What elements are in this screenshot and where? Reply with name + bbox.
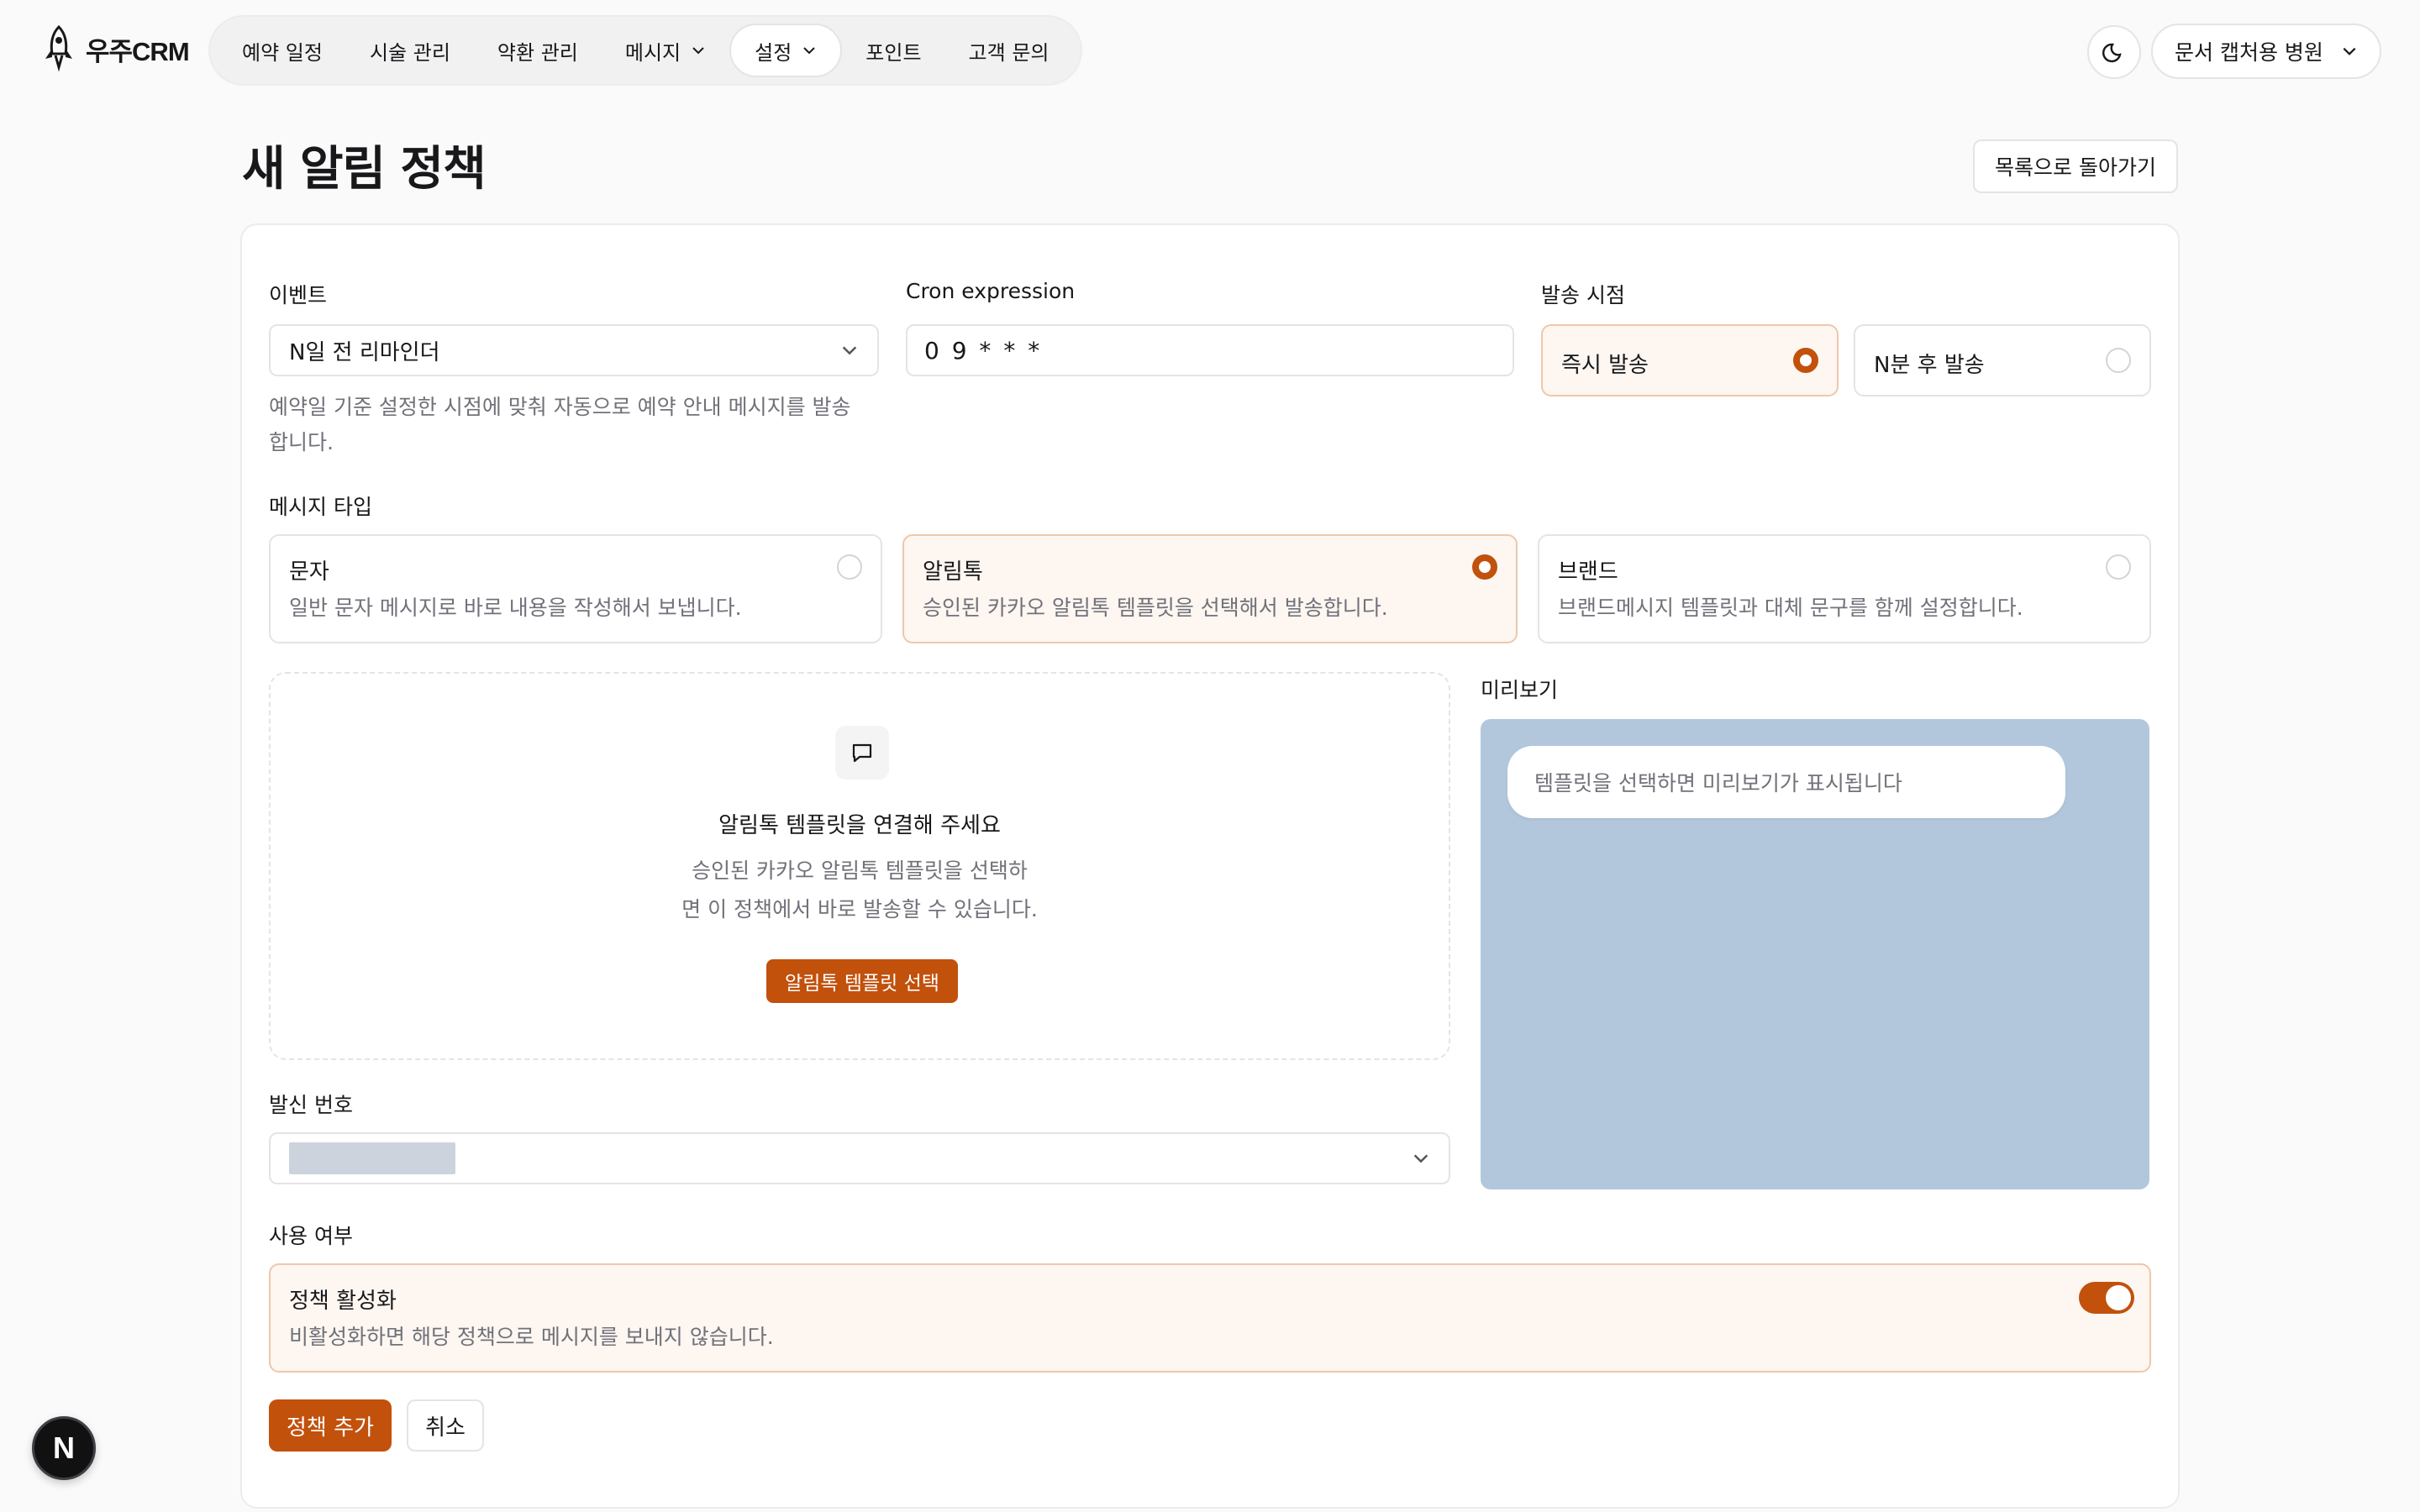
option-title: 브랜드: [1558, 559, 1618, 585]
chevron-down-icon: [803, 47, 815, 55]
brand-logo[interactable]: 우주CRM: [37, 24, 190, 74]
message-type-label: 메시지 타입: [269, 495, 372, 519]
nav-item-inquiry[interactable]: 고객 문의: [945, 24, 1073, 77]
message-preview: 템플릿을 선택하면 미리보기가 표시됩니다: [1481, 719, 2149, 1189]
option-title: 문자: [289, 559, 329, 585]
preview-label: 미리보기: [1481, 678, 1559, 702]
theme-toggle-button[interactable]: [2087, 25, 2141, 79]
loading-skeleton: [289, 1142, 455, 1174]
option-desc: 승인된 카카오 알림톡 템플릿을 선택해서 발송합니다.: [923, 596, 1388, 620]
radio-unselected[interactable]: [2106, 554, 2131, 580]
message-type-brand-option[interactable]: 브랜드 브랜드메시지 템플릿과 대체 문구를 함께 설정합니다.: [1538, 534, 2151, 643]
toggle-knob: [2106, 1285, 2131, 1310]
option-title: 알림톡: [923, 559, 983, 585]
rocket-icon: [45, 24, 72, 72]
moon-icon: [2102, 43, 2122, 63]
nav-label: 고객 문의: [968, 40, 1050, 65]
desc-line: 승인된 카카오 알림톡 템플릿을 선택하: [692, 858, 1028, 883]
nav-label: 약환 관리: [497, 40, 578, 65]
option-title: N분 후 발송: [1874, 353, 1985, 378]
chat-bubble-icon-box: [835, 726, 889, 780]
send-timing-label: 발송 시점: [1541, 283, 1625, 307]
nav-item-points[interactable]: 포인트: [842, 24, 944, 77]
send-timing-delayed-option[interactable]: N분 후 발송: [1854, 324, 2151, 396]
option-desc: 일반 문자 메시지로 바로 내용을 작성해서 보냅니다.: [289, 596, 742, 620]
clinic-selector[interactable]: 문서 캡처용 병원: [2151, 24, 2381, 79]
chevron-down-icon: [1413, 1154, 1428, 1163]
toggle-desc: 비활성화하면 해당 정책으로 메시지를 보내지 않습니다.: [289, 1325, 774, 1349]
helper-line: 합니다.: [269, 430, 334, 454]
nav-label: 포인트: [865, 40, 922, 65]
template-empty-desc: 승인된 카카오 알림톡 템플릿을 선택하 면 이 정책에서 바로 발송할 수 있…: [271, 852, 1449, 929]
radio-unselected[interactable]: [837, 554, 862, 580]
cron-label: Cron expression: [906, 279, 1076, 303]
select-template-button[interactable]: 알림톡 템플릿 선택: [766, 959, 958, 1003]
policy-active-toggle[interactable]: [2079, 1282, 2134, 1314]
chevron-down-icon: [692, 47, 704, 55]
add-policy-button[interactable]: 정책 추가: [269, 1399, 392, 1452]
nextjs-dev-badge[interactable]: N: [32, 1416, 96, 1480]
page-title: 새 알림 정책: [242, 142, 487, 197]
event-select[interactable]: N일 전 리마인더: [269, 324, 879, 376]
policy-active-card: 정책 활성화 비활성화하면 해당 정책으로 메시지를 보내지 않습니다.: [269, 1263, 2151, 1373]
nav-label: 설정: [755, 40, 792, 65]
preview-bubble: 템플릿을 선택하면 미리보기가 표시됩니다: [1507, 746, 2065, 818]
event-label: 이벤트: [269, 283, 328, 307]
radio-selected[interactable]: [1793, 348, 1818, 373]
message-type-sms-option[interactable]: 문자 일반 문자 메시지로 바로 내용을 작성해서 보냅니다.: [269, 534, 882, 643]
cron-input-value: 0 9 * * *: [924, 336, 1043, 365]
brand-name: 우주CRM: [86, 36, 190, 66]
sender-label: 발신 번호: [269, 1093, 353, 1117]
nav-item-schedule[interactable]: 예약 일정: [218, 24, 346, 77]
template-empty-state: 알림톡 템플릿을 연결해 주세요 승인된 카카오 알림톡 템플릿을 선택하 면 …: [269, 672, 1450, 1060]
nav-label: 메시지: [624, 40, 681, 65]
cancel-button[interactable]: 취소: [407, 1399, 484, 1452]
radio-selected[interactable]: [1472, 554, 1497, 580]
nav-label: 시술 관리: [369, 40, 450, 65]
chevron-down-icon: [842, 346, 857, 355]
nav-item-refund[interactable]: 약환 관리: [474, 24, 602, 77]
chat-bubble-icon: [852, 743, 872, 763]
nav-item-settings[interactable]: 설정: [729, 24, 843, 77]
option-desc: 브랜드메시지 템플릿과 대체 문구를 함께 설정합니다.: [1558, 596, 2023, 620]
send-timing-immediate-option[interactable]: 즉시 발송: [1541, 324, 1839, 396]
cron-input[interactable]: 0 9 * * *: [906, 324, 1514, 376]
radio-unselected[interactable]: [2106, 348, 2131, 373]
back-to-list-button[interactable]: 목록으로 돌아가기: [1973, 139, 2178, 193]
event-select-value: N일 전 리마인더: [289, 339, 440, 365]
nav-label: 예약 일정: [242, 40, 323, 65]
nav-item-message[interactable]: 메시지: [602, 24, 729, 77]
event-helper-text: 예약일 기준 설정한 시점에 맞춰 자동으로 예약 안내 메시지를 발송 합니다…: [269, 390, 891, 460]
desc-line: 면 이 정책에서 바로 발송할 수 있습니다.: [681, 897, 1038, 921]
message-type-alimtalk-option[interactable]: 알림톡 승인된 카카오 알림톡 템플릿을 선택해서 발송합니다.: [902, 534, 1518, 643]
chevron-down-icon: [2343, 47, 2356, 55]
toggle-title: 정책 활성화: [289, 1289, 397, 1314]
clinic-name: 문서 캡처용 병원: [2175, 40, 2323, 65]
option-title: 즉시 발송: [1561, 353, 1649, 378]
nav-item-treatment[interactable]: 시술 관리: [346, 24, 474, 77]
helper-line: 예약일 기준 설정한 시점에 맞춰 자동으로 예약 안내 메시지를 발송: [269, 395, 851, 419]
sender-number-select[interactable]: [269, 1132, 1450, 1184]
main-nav: 예약 일정 시술 관리 약환 관리 메시지 설정 포인트 고객 문의: [208, 15, 1083, 86]
template-empty-title: 알림톡 템플릿을 연결해 주세요: [718, 813, 1001, 838]
usage-label: 사용 여부: [269, 1224, 353, 1248]
